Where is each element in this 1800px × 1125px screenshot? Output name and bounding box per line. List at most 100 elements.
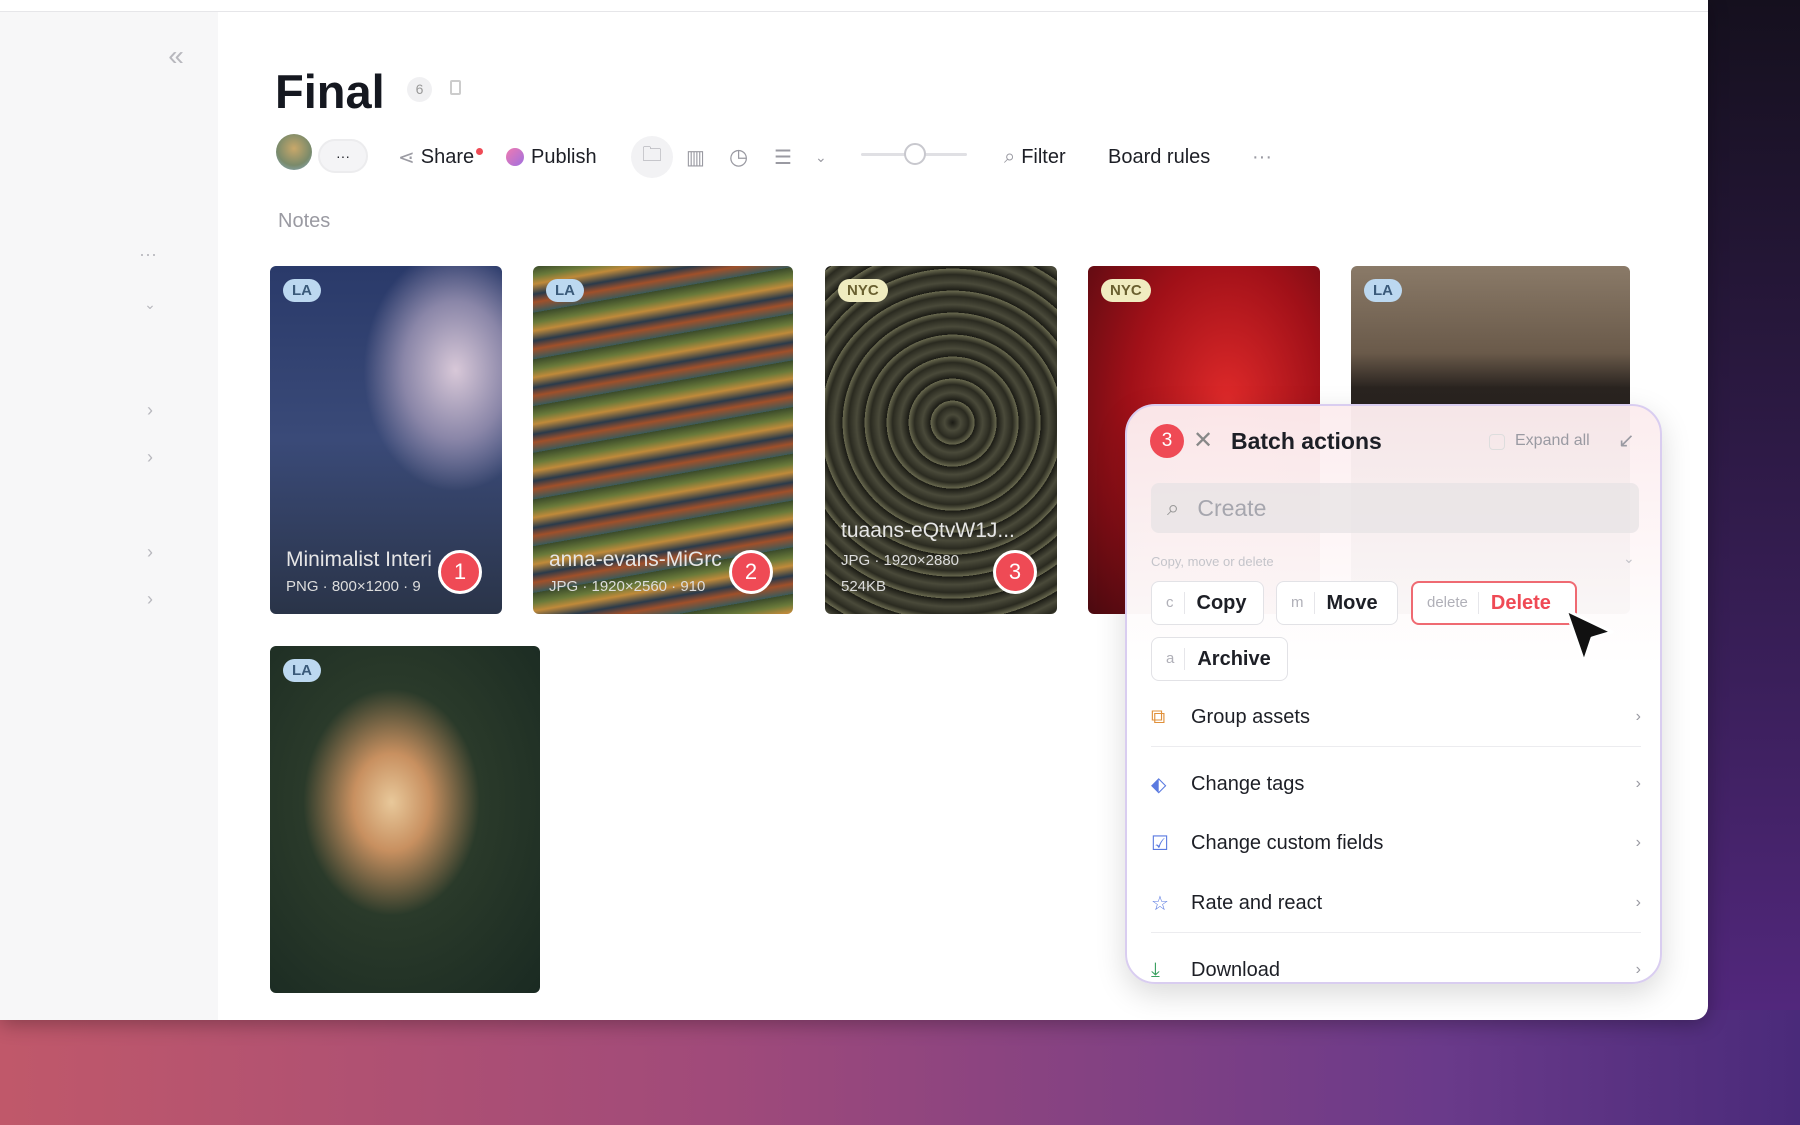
notification-dot <box>476 147 484 155</box>
chevron-down-icon[interactable]: ⌄ <box>1623 550 1635 567</box>
folder-view-button[interactable]: 🗀 <box>631 136 673 178</box>
asset-size: 524KB <box>841 578 887 595</box>
chevron-down-icon[interactable]: ⌄ <box>138 296 162 313</box>
item-label: Change tags <box>1191 772 1305 795</box>
desktop-background <box>1700 0 1800 1125</box>
chevron-right-icon: › <box>1635 775 1641 792</box>
checkbox-icon: ☑ <box>1151 832 1169 855</box>
share-label: Share <box>420 145 475 168</box>
batch-actions-panel: 3 ✕ Batch actions Expand all ↙ ⌕ Create … <box>1125 404 1662 984</box>
avatar[interactable] <box>276 134 312 170</box>
asset-card[interactable]: LA Minimalist Interi PNG · 800×1200 · 9 … <box>270 266 502 614</box>
search-icon: ⌕ <box>1004 145 1016 168</box>
location-tag: NYC <box>1101 279 1151 302</box>
button-label: Archive <box>1197 647 1271 670</box>
item-label: Group assets <box>1191 705 1310 728</box>
item-label: Rate and react <box>1191 891 1323 914</box>
chevron-right-icon[interactable]: › <box>138 542 162 563</box>
chevron-down-icon[interactable]: ⌄ <box>815 143 827 171</box>
more-icon[interactable]: ··· <box>136 244 160 265</box>
share-icon: ⋖ <box>398 146 415 169</box>
share-button[interactable]: ⋖ Share <box>398 143 484 171</box>
button-label: Delete <box>1490 591 1551 614</box>
more-people-button[interactable]: ··· <box>318 139 368 173</box>
expand-all-checkbox[interactable] <box>1489 434 1505 450</box>
asset-meta: JPG · 1920×2560 · 910 <box>549 578 706 595</box>
expand-all-label[interactable]: Expand all <box>1515 432 1590 450</box>
close-icon[interactable]: ✕ <box>1193 426 1213 455</box>
location-tag: NYC <box>838 279 888 302</box>
star-icon: ☆ <box>1151 892 1169 915</box>
chevron-right-icon: › <box>1635 834 1641 851</box>
divider <box>0 11 1708 12</box>
selection-number: 1 <box>438 550 482 594</box>
count-badge: 6 <box>407 77 432 102</box>
section-heading: Notes <box>278 210 331 232</box>
search-icon: ⌕ <box>1167 495 1180 520</box>
chevron-right-icon: › <box>1635 894 1641 911</box>
item-label: Download <box>1191 958 1280 981</box>
change-tags-item[interactable]: ⬖ Change tags › <box>1151 759 1641 809</box>
move-button[interactable]: m Move <box>1276 581 1398 625</box>
publish-label: Publish <box>531 145 597 168</box>
chevron-right-icon: › <box>1635 961 1641 978</box>
sidebar: « ··· ⌄ › › › › <box>0 12 218 1020</box>
desktop-background-bottom <box>0 1010 1800 1125</box>
location-tag: LA <box>283 279 321 302</box>
divider <box>1151 746 1641 747</box>
zoom-slider[interactable] <box>861 143 967 165</box>
chevron-right-icon[interactable]: › <box>138 589 162 610</box>
change-custom-fields-item[interactable]: ☑ Change custom fields › <box>1151 818 1641 868</box>
rate-and-react-item[interactable]: ☆ Rate and react › <box>1151 878 1641 928</box>
selected-count-badge: 3 <box>1150 424 1184 458</box>
filter-label: Filter <box>1021 145 1066 168</box>
clock-icon[interactable]: ◷ <box>729 143 748 171</box>
search-placeholder: Create <box>1197 494 1267 521</box>
asset-card[interactable]: LA anna-evans-MiGrc JPG · 1920×2560 · 91… <box>533 266 793 614</box>
app-window: « ··· ⌄ › › › › Final 6 ··· ⋖ Share Publi… <box>0 0 1708 1020</box>
shortcut-key: m <box>1277 592 1315 614</box>
location-tag: LA <box>546 279 584 302</box>
asset-name: tuaans-eQtvW1J... <box>841 519 1015 542</box>
location-tag: LA <box>1364 279 1402 302</box>
asset-meta: PNG · 800×1200 · 9 <box>286 578 421 595</box>
collapse-panel-icon[interactable]: ↙ <box>1618 428 1635 453</box>
divider <box>1151 932 1641 933</box>
tag-icon: ⬖ <box>1151 773 1167 796</box>
shortcut-key: c <box>1152 592 1185 614</box>
board-view-icon[interactable]: ▥ <box>686 143 705 171</box>
chevron-right-icon[interactable]: › <box>138 400 162 421</box>
shortcut-key: a <box>1152 648 1186 670</box>
board-rules-button[interactable]: Board rules <box>1108 143 1210 171</box>
copy-button[interactable]: c Copy <box>1151 581 1264 625</box>
globe-icon <box>506 148 524 166</box>
bookmark-icon[interactable] <box>450 80 461 95</box>
publish-button[interactable]: Publish <box>506 143 597 171</box>
folder-icon: 🗀 <box>642 144 662 166</box>
filter-button[interactable]: ⌕ Filter <box>1004 143 1066 171</box>
asset-name: Minimalist Interi <box>286 548 432 571</box>
collapse-sidebar-icon[interactable]: « <box>164 40 188 72</box>
more-options-icon[interactable]: ··· <box>1252 143 1272 171</box>
download-item[interactable]: ⤓ Download › <box>1151 945 1641 982</box>
delete-button[interactable]: delete Delete <box>1411 581 1577 625</box>
group-assets-item[interactable]: ⧉ Group assets › <box>1151 692 1641 742</box>
asset-name: anna-evans-MiGrc <box>549 548 722 571</box>
page-title: Final <box>275 65 385 118</box>
archive-button[interactable]: a Archive <box>1151 637 1288 681</box>
chevron-right-icon: › <box>1635 708 1641 725</box>
shortcut-key: delete <box>1413 592 1479 614</box>
selection-number: 2 <box>729 550 773 594</box>
panel-title: Batch actions <box>1231 428 1382 454</box>
group-icon: ⧉ <box>1151 705 1166 728</box>
list-view-icon[interactable]: ☰ <box>774 143 792 171</box>
download-icon: ⤓ <box>1151 958 1160 981</box>
section-label: Copy, move or delete <box>1151 554 1274 569</box>
asset-meta: JPG · 1920×2880 <box>841 552 960 569</box>
asset-card[interactable]: NYC tuaans-eQtvW1J... JPG · 1920×2880 52… <box>825 266 1057 614</box>
asset-card[interactable]: LA <box>270 646 540 993</box>
search-input[interactable]: ⌕ Create <box>1151 483 1639 533</box>
button-label: Copy <box>1196 591 1247 614</box>
chevron-right-icon[interactable]: › <box>138 447 162 468</box>
slider-knob[interactable] <box>904 143 926 165</box>
